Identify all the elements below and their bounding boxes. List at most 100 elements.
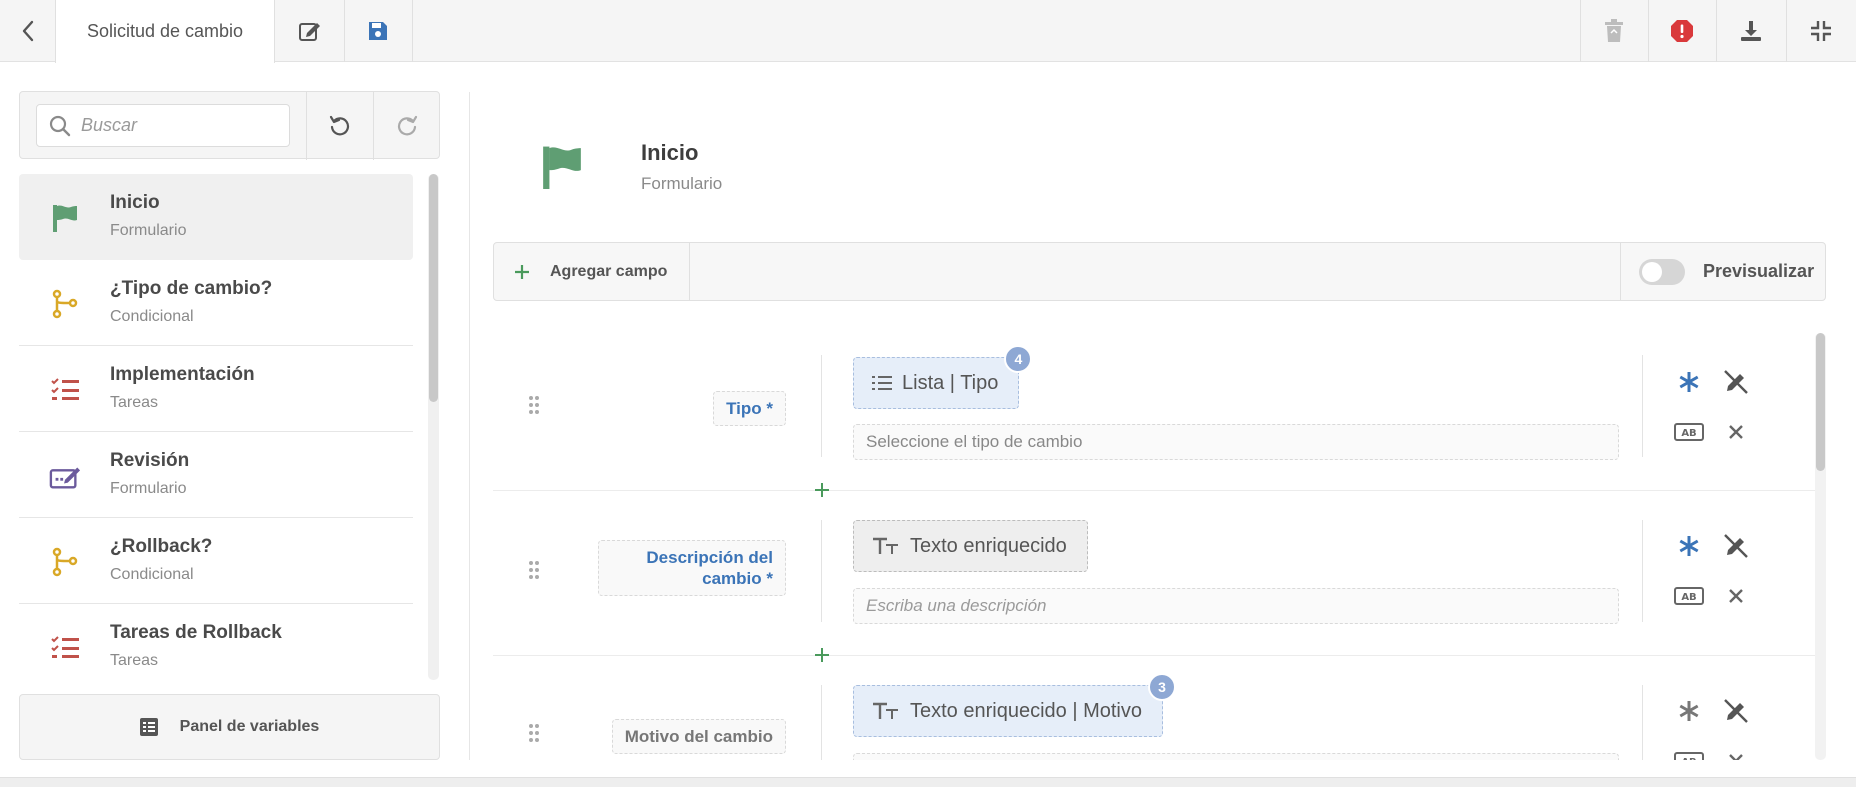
add-field-label: Agregar campo	[550, 262, 668, 280]
add-field-button[interactable]: Agregar campo	[494, 243, 690, 300]
required-toggle[interactable]	[1673, 695, 1705, 727]
list-icon	[872, 376, 892, 390]
step-name: Inicio	[110, 192, 160, 213]
step-item-implementacion[interactable]: Implementación Tareas	[19, 346, 413, 432]
field-row: Descripción del cambio * Texto enriqueci…	[493, 498, 1815, 658]
step-item-tareas-de-rollback[interactable]: Tareas de Rollback Tareas	[19, 604, 413, 682]
insert-field-icon[interactable]	[815, 648, 829, 662]
search-icon	[49, 115, 71, 137]
asterisk-icon	[1679, 701, 1699, 721]
step-item-tipo-de-cambio[interactable]: ¿Tipo de cambio? Condicional	[19, 260, 413, 346]
field-type-label: Texto enriquecido	[910, 534, 1067, 557]
rich-text-icon	[873, 702, 898, 719]
variables-panel-button[interactable]: Panel de variables	[19, 694, 440, 760]
insert-field-icon[interactable]	[815, 483, 829, 497]
disable-edit-toggle[interactable]	[1720, 366, 1752, 398]
field-label[interactable]: Descripción del cambio *	[598, 540, 786, 596]
disable-edit-toggle[interactable]	[1720, 695, 1752, 727]
step-type: Condicional	[110, 566, 194, 583]
disable-edit-toggle[interactable]	[1720, 530, 1752, 562]
svg-text:AB: AB	[1681, 428, 1696, 439]
scrollbar-thumb[interactable]	[429, 174, 438, 402]
scrollbar-thumb[interactable]	[1816, 333, 1825, 471]
form-edit-icon	[49, 467, 81, 489]
step-type: Formulario	[110, 222, 187, 239]
field-label[interactable]: Tipo *	[713, 391, 786, 426]
search-input[interactable]	[81, 115, 271, 136]
steps-scrollbar[interactable]	[428, 174, 439, 680]
edit-button[interactable]	[275, 0, 344, 62]
step-type: Tareas	[110, 652, 159, 669]
plus-icon	[515, 264, 529, 279]
drag-handle-icon[interactable]	[528, 395, 540, 415]
field-type-chip[interactable]: Lista | Tipo 4	[853, 345, 1033, 409]
bottom-strip	[0, 777, 1856, 787]
pencil-slash-icon	[1724, 370, 1748, 394]
flag-icon	[543, 146, 581, 189]
remove-field-button[interactable]	[1720, 580, 1752, 612]
preview-control[interactable]: Previsualizar	[1620, 243, 1825, 300]
branch-icon	[52, 547, 78, 577]
step-name: Revisión	[110, 450, 190, 471]
save-button[interactable]	[344, 0, 412, 62]
field-placeholder[interactable]	[853, 753, 1619, 760]
preview-toggle[interactable]	[1639, 258, 1685, 285]
pencil-slash-icon	[1724, 699, 1748, 723]
search-box[interactable]	[36, 104, 290, 147]
asterisk-icon	[1679, 536, 1699, 556]
label-toggle[interactable]: AB	[1673, 745, 1705, 760]
step-name: ¿Rollback?	[110, 536, 213, 557]
download-icon	[1741, 21, 1761, 41]
pencil-slash-icon	[1724, 534, 1748, 558]
label-toggle[interactable]: AB	[1673, 416, 1705, 448]
undo-button[interactable]	[306, 92, 372, 160]
step-item-inicio[interactable]: Inicio Formulario	[19, 174, 413, 260]
step-subtitle: Formulario	[641, 174, 723, 193]
trash-icon	[1605, 19, 1623, 42]
field-row: Tipo * Lista | Tipo 4 Seleccione el tipo…	[493, 333, 1815, 493]
required-toggle[interactable]	[1673, 530, 1705, 562]
close-icon	[1729, 425, 1743, 439]
close-icon	[1729, 589, 1743, 603]
step-item-revision[interactable]: Revisión Formulario	[19, 432, 413, 518]
delete-button[interactable]	[1580, 0, 1648, 62]
remove-field-button[interactable]	[1720, 745, 1752, 760]
svg-text:AB: AB	[1681, 757, 1696, 760]
field-placeholder[interactable]: Seleccione el tipo de cambio	[853, 424, 1619, 460]
preview-label: Previsualizar	[1703, 261, 1815, 281]
ab-label-icon: AB	[1674, 587, 1704, 605]
collapse-button[interactable]	[1786, 0, 1856, 62]
top-bar: Solicitud de cambio	[0, 0, 1856, 63]
required-toggle[interactable]	[1673, 366, 1705, 398]
back-button[interactable]	[0, 0, 55, 62]
download-button[interactable]	[1716, 0, 1786, 62]
step-name: Tareas de Rollback	[110, 622, 282, 643]
step-type: Tareas	[110, 394, 159, 411]
redo-button[interactable]	[373, 92, 439, 160]
field-placeholder[interactable]: Escriba una descripción	[853, 588, 1619, 624]
step-item-rollback[interactable]: ¿Rollback? Condicional	[19, 518, 413, 604]
ab-label-icon: AB	[1674, 423, 1704, 441]
field-row: Motivo del cambio Texto enriquecido | Mo…	[493, 663, 1815, 760]
undo-icon	[329, 115, 349, 136]
errors-button[interactable]	[1648, 0, 1716, 62]
field-type-chip[interactable]: Texto enriquecido	[853, 520, 1088, 572]
field-type-chip[interactable]: Texto enriquecido | Motivo 3	[853, 673, 1176, 737]
field-label[interactable]: Motivo del cambio	[611, 719, 786, 754]
fields-list: Tipo * Lista | Tipo 4 Seleccione el tipo…	[493, 333, 1815, 760]
variables-panel-label: Panel de variables	[179, 718, 320, 735]
label-toggle[interactable]: AB	[1673, 580, 1705, 612]
step-title: Inicio	[641, 140, 699, 165]
tasklist-icon	[51, 378, 79, 400]
form-title-tab[interactable]: Solicitud de cambio	[55, 0, 275, 63]
branch-icon	[52, 289, 78, 319]
fields-scrollbar[interactable]	[1815, 333, 1826, 760]
asterisk-icon	[1679, 372, 1699, 392]
step-type: Formulario	[110, 480, 187, 497]
field-label-text: Motivo del cambio	[624, 727, 773, 746]
drag-handle-icon[interactable]	[528, 560, 540, 580]
remove-field-button[interactable]	[1720, 416, 1752, 448]
table-icon	[139, 718, 158, 736]
usage-count-badge: 4	[1004, 345, 1033, 373]
drag-handle-icon[interactable]	[528, 723, 540, 743]
